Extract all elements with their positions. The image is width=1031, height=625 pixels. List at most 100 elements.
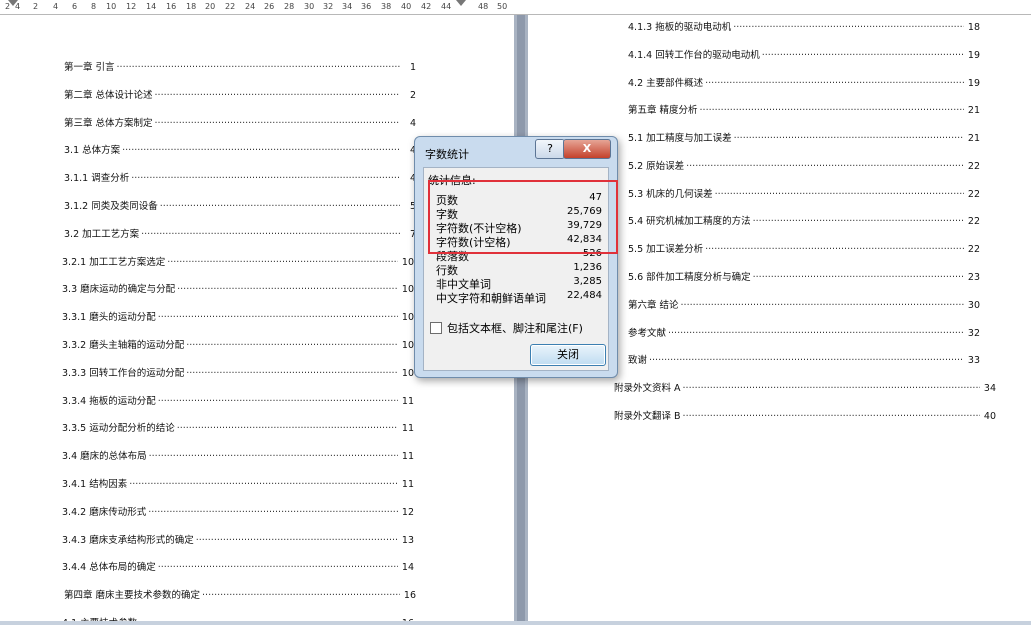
toc-entry-title: 3.3.5 运动分配分析的结论 [62, 423, 175, 435]
ruler-tick-label: 20 [205, 2, 216, 11]
toc-entry[interactable]: 3.3.1 磨头的运动分配 10 [62, 309, 414, 323]
toc-leader-dots [117, 62, 400, 73]
toc-entry[interactable]: 致谢 33 [628, 352, 980, 366]
toc-entry-title: 3.4.3 磨床支承结构形式的确定 [62, 534, 194, 546]
toc-entry-page: 19 [967, 78, 980, 89]
toc-entry-title: 5.2 原始误差 [628, 161, 685, 172]
toc-entry-page: 10 [401, 312, 414, 324]
toc-entry-title: 参考文献 [628, 328, 667, 339]
toc-entry[interactable]: 第二章 总体设计论述 2 [64, 87, 416, 101]
toc-entry-title: 5.3 机床的几何误差 [628, 189, 713, 200]
toc-entry-title: 3.2 加工工艺方案 [64, 228, 140, 240]
stat-row: 中文字符和朝鲜语单词 22,484 [436, 290, 602, 306]
toc-entry[interactable]: 4.2 主要部件概述 19 [628, 75, 980, 89]
toc-entry[interactable]: 第三章 总体方案制定 4 [64, 115, 416, 129]
toc-leader-dots [158, 562, 398, 573]
dialog-titlebar[interactable]: 字数统计 ? X [415, 137, 617, 165]
toc-entry[interactable]: 3.4.1 结构因素 11 [62, 476, 414, 490]
close-button[interactable]: 关闭 [530, 344, 606, 366]
toc-entry-page: 22 [967, 216, 980, 227]
toc-leader-dots [155, 118, 400, 129]
toc-entry[interactable]: 附录外文资料 A 34 [614, 380, 996, 394]
toc-entry-page: 30 [967, 300, 980, 311]
toc-leader-dots [705, 244, 964, 255]
ruler-tick-label: 22 [225, 2, 236, 11]
include-textbox-option[interactable]: 包括文本框、脚注和尾注(F) [430, 320, 583, 336]
stat-label: 中文字符和朝鲜语单词 [436, 292, 546, 305]
toc-entry-title: 5.6 部件加工精度分析与确定 [628, 272, 751, 283]
ruler-tick-label: 40 [401, 2, 412, 11]
right-indent-marker[interactable] [456, 0, 466, 6]
toc-entry[interactable]: 3.3.3 回转工作台的运动分配 10 [62, 365, 414, 379]
include-textbox-label: 包括文本框、脚注和尾注(F) [447, 322, 583, 335]
toc-entry[interactable]: 5.1 加工精度与加工误差 21 [628, 130, 980, 144]
window-close-button[interactable]: X [563, 139, 611, 159]
toc-leader-dots [177, 423, 398, 434]
toc-entry[interactable]: 3.4.3 磨床支承结构形式的确定 13 [62, 532, 414, 546]
word-count-dialog[interactable]: 字数统计 ? X 统计信息: 页数 47 字数 25,769 字符数(不计空格) 39,7… [414, 136, 618, 378]
toc-entry[interactable]: 4.1.4 回转工作台的驱动电动机 19 [628, 47, 980, 61]
stats-header: 统计信息: [428, 174, 476, 187]
ruler-tick-label: 10 [106, 2, 117, 11]
toc-entry[interactable]: 5.5 加工误差分析 22 [628, 241, 980, 255]
toc-entry[interactable]: 5.2 原始误差 22 [628, 158, 980, 172]
toc-entry[interactable]: 5.6 部件加工精度分析与确定 23 [628, 269, 980, 283]
toc-entry-page: 40 [983, 411, 996, 422]
toc-entry[interactable]: 3.3.5 运动分配分析的结论 11 [62, 420, 414, 434]
toc-leader-dots [762, 50, 964, 61]
toc-leader-dots [753, 272, 964, 283]
toc-leader-dots [700, 105, 964, 116]
toc-leader-dots [186, 368, 398, 379]
toc-entry-page: 34 [983, 383, 996, 394]
toc-entry[interactable]: 第六章 结论 30 [628, 297, 980, 311]
toc-entry[interactable]: 参考文献 32 [628, 325, 980, 339]
toc-leader-dots [155, 90, 400, 101]
toc-entry[interactable]: 5.4 研究机械加工精度的方法 22 [628, 213, 980, 227]
toc-entry[interactable]: 3.4 磨床的总体布局 11 [62, 448, 414, 462]
toc-entry-title: 第一章 引言 [64, 62, 115, 73]
toc-leader-dots [202, 590, 400, 601]
include-textbox-checkbox[interactable] [430, 322, 442, 334]
toc-entry[interactable]: 4.1.3 拖板的驱动电动机 18 [628, 19, 980, 33]
toc-entry-title: 第二章 总体设计论述 [64, 89, 153, 101]
toc-entry[interactable]: 3.3.2 磨头主轴箱的运动分配 10 [62, 337, 414, 351]
toc-entry[interactable]: 3.2.1 加工工艺方案选定 10 [62, 254, 414, 268]
ruler-tick-label: 38 [381, 2, 392, 11]
toc-entry[interactable]: 附录外文翻译 B 40 [614, 408, 996, 422]
toc-entry[interactable]: 第四章 磨床主要技术参数的确定 16 [64, 587, 416, 601]
toc-entry[interactable]: 3.4.2 磨床传动形式 12 [62, 504, 414, 518]
toc-entry[interactable]: 3.1.1 调查分析4 [64, 170, 416, 184]
toc-entry-title: 3.1.1 调查分析 [64, 173, 130, 185]
help-button[interactable]: ? [535, 139, 565, 159]
toc-entry-page: 22 [967, 189, 980, 200]
toc-leader-dots [122, 145, 400, 156]
toc-entry[interactable]: 3.3 磨床运动的确定与分配 10 [62, 281, 414, 295]
left-indent-marker[interactable] [8, 0, 18, 6]
help-icon: ? [547, 142, 553, 155]
toc-entry-title: 3.4.2 磨床传动形式 [62, 506, 147, 518]
toc-entry[interactable]: 3.1 总体方案4 [64, 142, 416, 156]
toc-entry-page: 11 [401, 479, 414, 490]
toc-leader-dots [160, 201, 400, 212]
horizontal-ruler[interactable]: 2 4 2 4 6 8 10 12 14 16 18 20 22 24 26 28 30 32 34 36 38 40 42… [0, 0, 1031, 15]
toc-leader-dots [715, 189, 964, 200]
toc-entry-title: 第四章 磨床主要技术参数的确定 [64, 590, 201, 602]
ruler-tick-label: 2 [33, 2, 39, 11]
toc-entry-title: 3.1 总体方案 [64, 145, 121, 157]
toc-entry[interactable]: 3.3.4 拖板的运动分配 11 [62, 393, 414, 407]
toc-leader-dots [734, 133, 964, 144]
ruler-tick-label: 30 [304, 2, 315, 11]
toc-entry-title: 附录外文资料 A [614, 383, 681, 394]
toc-entry[interactable]: 3.4.4 总体布局的确定 14 [62, 559, 414, 573]
toc-entry[interactable]: 5.3 机床的几何误差 22 [628, 186, 980, 200]
toc-entry-page: 10 [401, 284, 414, 296]
toc-entry[interactable]: 3.1.2 同类及类同设备5 [64, 198, 416, 212]
toc-entry[interactable]: 第五章 精度分析 21 [628, 102, 980, 116]
toc-entry[interactable]: 3.2 加工工艺方案7 [64, 226, 416, 240]
ruler-tick-label: 42 [421, 2, 432, 11]
toc-leader-dots [753, 216, 964, 227]
close-icon: X [582, 142, 592, 155]
toc-entry-title: 3.3.3 回转工作台的运动分配 [62, 367, 185, 379]
toc-entry[interactable]: 第一章 引言 1 [64, 59, 416, 73]
toc-leader-dots [177, 284, 398, 295]
